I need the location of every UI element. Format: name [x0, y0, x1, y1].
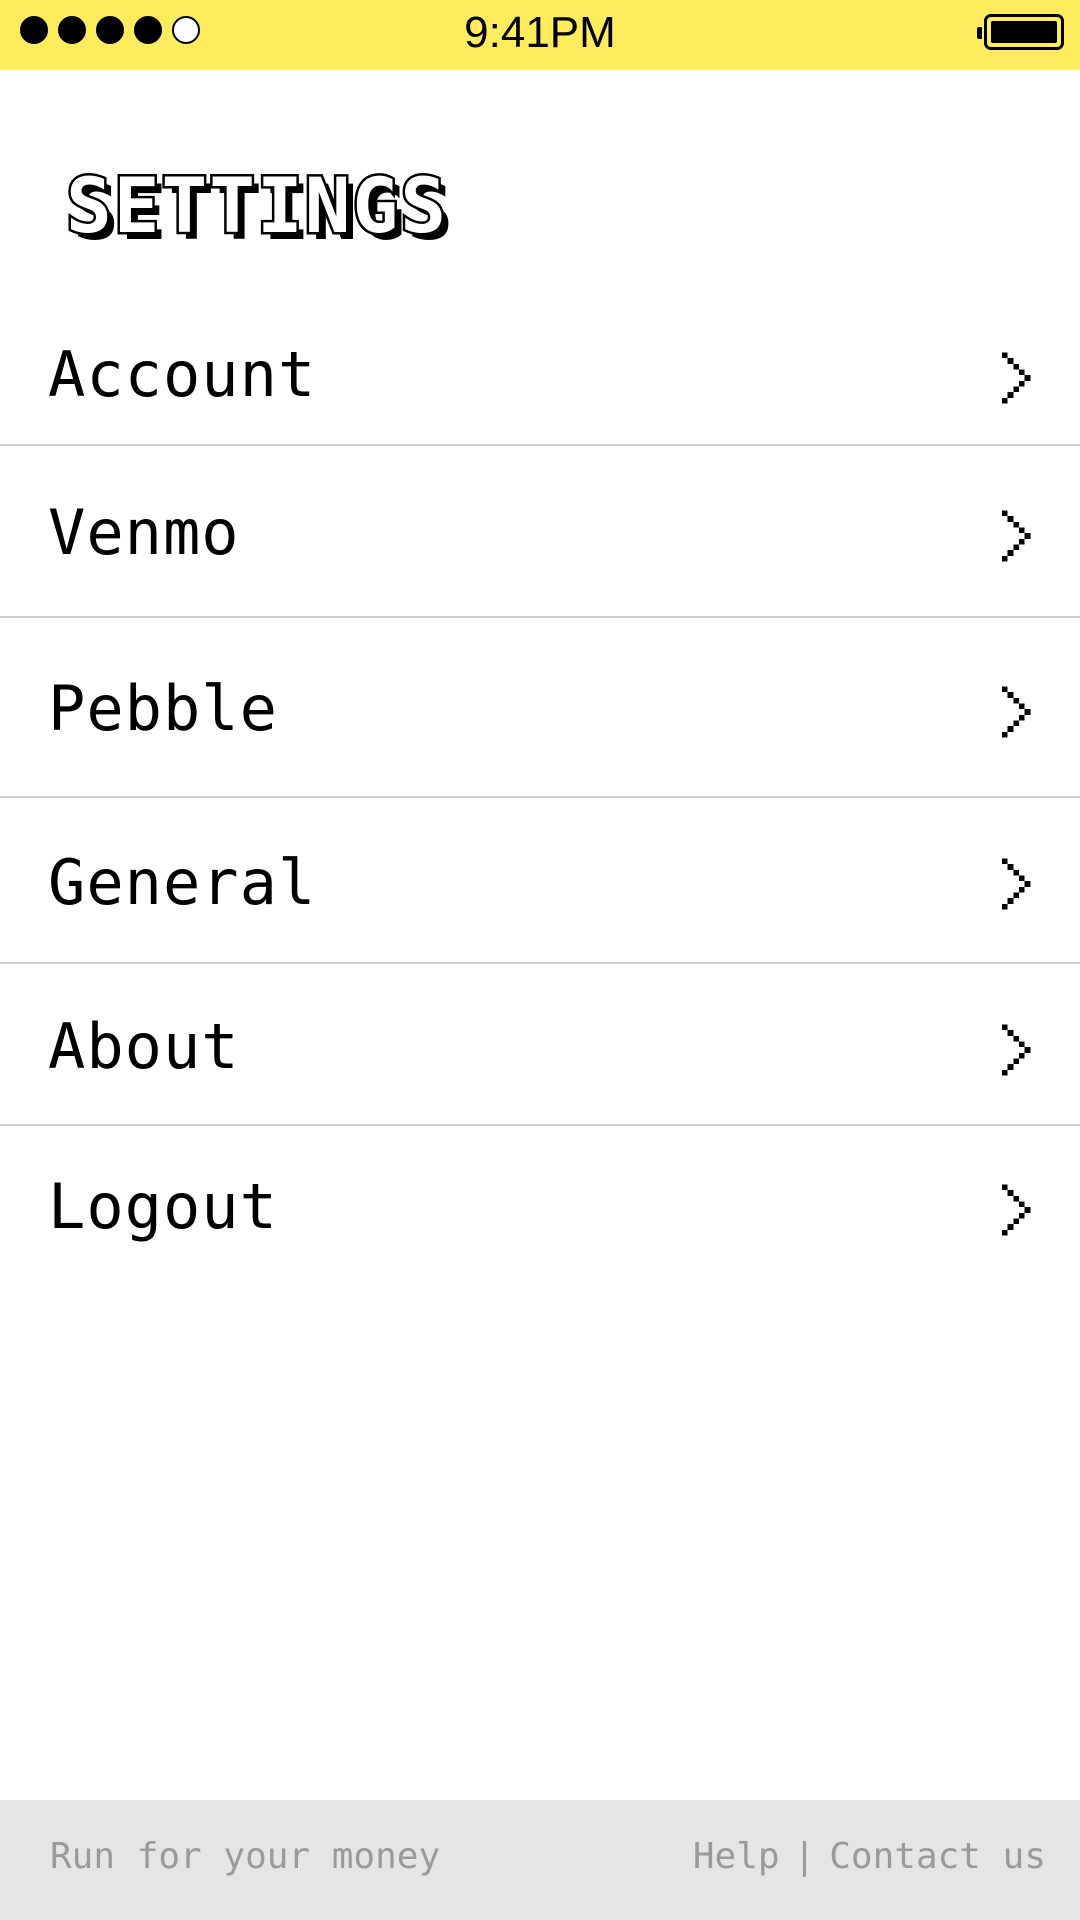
- chevron-right-icon: [1002, 1024, 1031, 1076]
- chevron-right-icon: [1002, 1184, 1031, 1236]
- help-link[interactable]: Help: [693, 1836, 780, 1877]
- status-time: 9:41PM: [464, 8, 616, 57]
- menu-item-logout[interactable]: Logout: [0, 1126, 1080, 1296]
- chevron-right-icon: [1002, 352, 1031, 404]
- menu-item-label: Venmo: [48, 496, 240, 569]
- footer-tagline: Run for your money: [50, 1836, 441, 1877]
- status-bar: 9:41PM: [0, 0, 1080, 70]
- menu-item-label: Logout: [48, 1170, 278, 1243]
- contact-us-link[interactable]: Contact us: [829, 1836, 1046, 1877]
- settings-screen: 9:41PM SETTINGS Account Venmo Pebble Gen…: [0, 0, 1080, 1920]
- battery-level: [991, 21, 1057, 43]
- menu-item-account[interactable]: Account: [0, 300, 1080, 445]
- footer-separator: |: [793, 1836, 816, 1877]
- chevron-right-icon: [1002, 858, 1031, 910]
- menu-item-general[interactable]: General: [0, 798, 1080, 962]
- page-title: SETTINGS: [63, 161, 449, 250]
- battery-full-icon: [977, 14, 1064, 50]
- menu-item-label: Pebble: [48, 672, 278, 745]
- battery-nub: [977, 27, 982, 39]
- menu-item-venmo[interactable]: Venmo: [0, 446, 1080, 616]
- menu-item-label: Account: [48, 338, 317, 411]
- menu-item-label: About: [48, 1010, 240, 1083]
- menu-item-about[interactable]: About: [0, 964, 1080, 1124]
- footer-links: Help | Contact us: [693, 1836, 1046, 1877]
- menu-item-label: General: [48, 846, 317, 919]
- chevron-right-icon: [1002, 686, 1031, 738]
- chevron-right-icon: [1002, 510, 1031, 562]
- menu-item-pebble[interactable]: Pebble: [0, 618, 1080, 796]
- footer: Run for your money Help | Contact us: [0, 1800, 1080, 1920]
